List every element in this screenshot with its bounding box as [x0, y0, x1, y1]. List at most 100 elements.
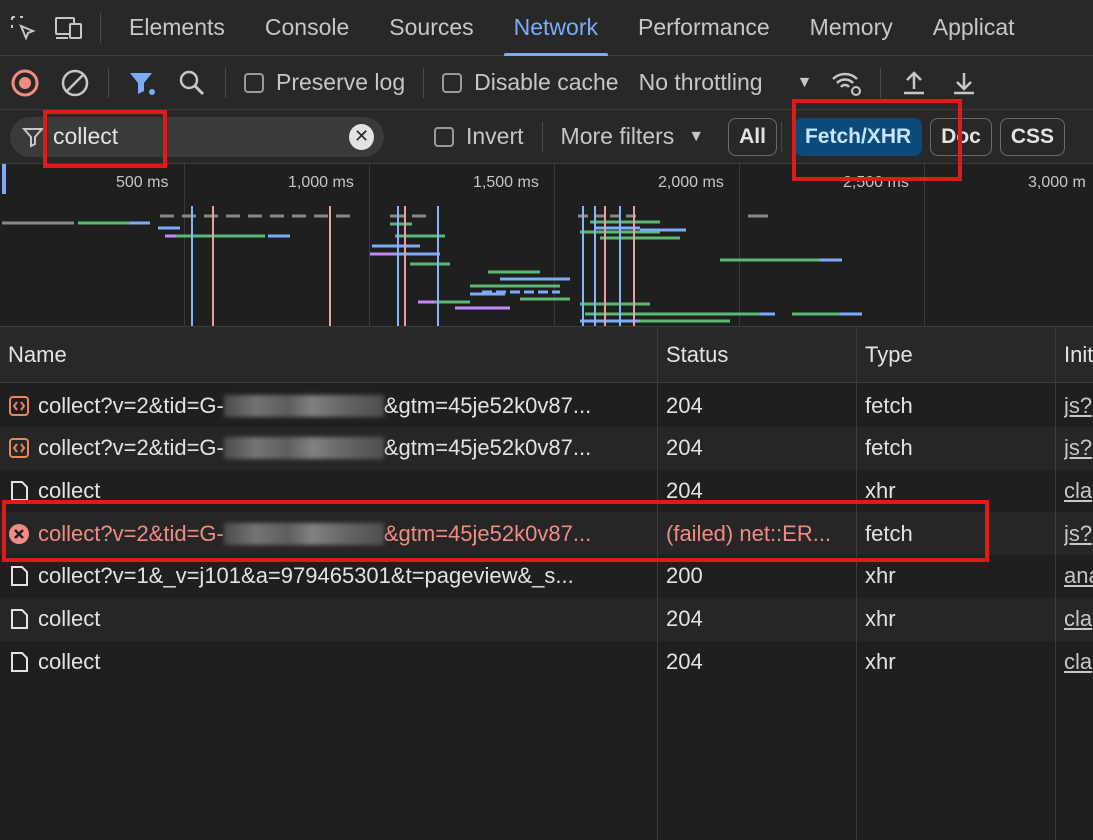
type-cell: fetch: [865, 435, 913, 461]
filter-input[interactable]: [52, 123, 349, 150]
clear-filter-icon[interactable]: ✕: [348, 123, 374, 150]
request-name-cell[interactable]: collect: [8, 469, 653, 512]
disable-cache-checkbox[interactable]: Disable cache: [432, 69, 628, 96]
tab-application[interactable]: Applicat: [913, 0, 1035, 56]
devtools-tab-bar: Elements Console Sources Network Perform…: [0, 0, 1093, 56]
separator: [780, 121, 782, 152]
request-name-cell[interactable]: collect?v=2&tid=G- &gtm=45je52k0v87...: [8, 512, 653, 555]
type-cell: xhr: [865, 563, 896, 589]
tab-performance[interactable]: Performance: [618, 0, 790, 56]
redacted-id: [223, 437, 384, 460]
request-name-cell[interactable]: collect: [8, 598, 653, 641]
status-cell: 204: [666, 435, 703, 461]
status-cell: 204: [666, 606, 703, 631]
request-name-cell[interactable]: collect: [8, 640, 653, 683]
preserve-log-checkbox[interactable]: Preserve log: [234, 69, 415, 96]
chevron-down-icon: ▼: [688, 127, 705, 145]
request-name-cell[interactable]: collect?v=2&tid=G- &gtm=45je52k0v87...: [8, 384, 653, 427]
more-filters-dropdown[interactable]: More filters ▼: [551, 123, 715, 150]
status-cell: 200: [666, 563, 703, 589]
request-name: collect?v=1&_v=j101&a=979465301&t=pagevi…: [38, 563, 574, 589]
fetch-icon: [8, 437, 30, 459]
request-name: collect?v=2&tid=G-: [38, 520, 224, 546]
request-name-suffix: &gtm=45je52k0v87...: [383, 435, 592, 461]
filter-chip-all[interactable]: All: [728, 117, 777, 156]
separator: [423, 67, 425, 98]
column-divider[interactable]: [657, 327, 658, 840]
chevron-down-icon: ▼: [796, 73, 813, 91]
type-cell: xhr: [865, 648, 896, 674]
checkbox-box[interactable]: [442, 72, 463, 93]
redacted-id: [223, 522, 384, 545]
initiator-link[interactable]: js?: [1064, 427, 1093, 470]
tab-sources[interactable]: Sources: [369, 0, 493, 56]
separator: [108, 67, 109, 98]
document-icon: [8, 608, 30, 630]
import-har-icon[interactable]: [889, 56, 939, 110]
checkbox-box[interactable]: [244, 72, 264, 93]
tab-elements[interactable]: Elements: [109, 0, 245, 56]
record-icon[interactable]: [0, 56, 50, 110]
inspect-element-icon[interactable]: [0, 0, 46, 56]
request-name-cell[interactable]: collect?v=1&_v=j101&a=979465301&t=pagevi…: [8, 555, 653, 598]
request-name: collect: [38, 477, 101, 503]
funnel-icon: [20, 123, 47, 151]
tab-network[interactable]: Network: [494, 0, 618, 56]
table-row[interactable]: collect 204 xhr cla: [0, 597, 1093, 641]
network-conditions-icon[interactable]: [822, 56, 872, 110]
column-divider[interactable]: [1055, 327, 1056, 840]
fetch-icon: [8, 395, 30, 417]
device-toolbar-icon[interactable]: [46, 0, 92, 56]
type-cell: fetch: [865, 520, 913, 546]
initiator-link[interactable]: cla: [1064, 598, 1093, 641]
preserve-log-label: Preserve log: [276, 69, 406, 95]
column-header-name[interactable]: Name: [0, 327, 67, 383]
network-toolbar: Preserve log Disable cache No throttling…: [0, 56, 1093, 110]
table-row[interactable]: collect?v=1&_v=j101&a=979465301&t=pagevi…: [0, 555, 1093, 598]
checkbox-box[interactable]: [434, 126, 454, 147]
request-name-cell[interactable]: collect?v=2&tid=G- &gtm=45je52k0v87...: [8, 427, 653, 470]
initiator-link[interactable]: js?: [1064, 512, 1093, 555]
invert-checkbox[interactable]: Invert: [424, 123, 534, 150]
filter-chip-fetch-xhr[interactable]: Fetch/XHR: [793, 117, 923, 156]
document-icon: [8, 480, 30, 502]
filter-chip-css[interactable]: CSS: [999, 117, 1066, 156]
filter-icon[interactable]: [117, 56, 167, 110]
throttling-select[interactable]: No throttling ▼: [629, 69, 823, 96]
separator: [225, 67, 226, 98]
network-overview-timeline[interactable]: 500 ms 1,000 ms 1,500 ms 2,000 ms 2,500 …: [0, 164, 1093, 327]
disable-cache-label: Disable cache: [474, 69, 619, 95]
initiator-link[interactable]: js?: [1064, 384, 1093, 427]
column-divider[interactable]: [856, 327, 857, 840]
column-header-initiator[interactable]: Init: [1056, 327, 1093, 383]
tab-console[interactable]: Console: [245, 0, 369, 56]
filter-search-box[interactable]: ✕: [10, 116, 384, 157]
document-icon: [8, 565, 30, 587]
table-row[interactable]: collect 204 xhr cla: [0, 469, 1093, 512]
search-icon[interactable]: [167, 56, 217, 110]
table-row[interactable]: collect?v=2&tid=G- &gtm=45je52k0v87... (fa…: [0, 512, 1093, 556]
error-icon: [8, 523, 30, 545]
request-name: collect: [38, 606, 101, 631]
more-filters-label: More filters: [560, 123, 675, 149]
filter-chip-doc[interactable]: Doc: [930, 117, 992, 156]
separator: [100, 12, 101, 43]
export-har-icon[interactable]: [939, 56, 989, 110]
table-header: Name Status Type Init: [0, 327, 1093, 383]
type-cell: xhr: [865, 477, 896, 503]
table-row[interactable]: collect?v=2&tid=G- &gtm=45je52k0v87... 204…: [0, 426, 1093, 470]
document-icon: [8, 651, 30, 673]
clear-icon[interactable]: [50, 56, 100, 110]
throttling-value: No throttling: [638, 69, 763, 95]
initiator-link[interactable]: cla: [1064, 469, 1093, 512]
filter-bar: ✕ Invert More filters ▼ All Fetch/XHR Do…: [0, 110, 1093, 164]
tab-memory[interactable]: Memory: [790, 0, 913, 56]
table-row[interactable]: collect?v=2&tid=G- &gtm=45je52k0v87... 204…: [0, 384, 1093, 427]
column-header-type[interactable]: Type: [857, 327, 913, 383]
table-row[interactable]: collect 204 xhr cla: [0, 640, 1093, 683]
initiator-link[interactable]: ana: [1064, 555, 1093, 598]
type-cell: xhr: [865, 606, 896, 631]
initiator-link[interactable]: cla: [1064, 640, 1093, 683]
network-request-table: Name Status Type Init collect?v=2&tid=G-…: [0, 327, 1093, 840]
column-header-status[interactable]: Status: [658, 327, 728, 383]
